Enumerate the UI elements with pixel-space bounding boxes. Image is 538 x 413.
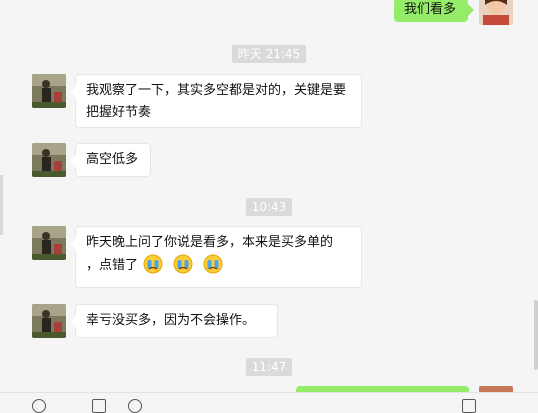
- contact-message-bubble[interactable]: 幸亏没买多，因为不会操作。: [70, 304, 278, 338]
- scrollbar[interactable]: [534, 300, 538, 370]
- contact-avatar[interactable]: [32, 226, 66, 260]
- crying-emoji-icon: [173, 254, 193, 274]
- screenshot-icon[interactable]: [128, 399, 142, 413]
- crying-emoji-icon: [203, 254, 223, 274]
- message-text: 昨天晚上问了你说是看多，本来是买多单的: [86, 235, 334, 250]
- message-text: 我们看多: [404, 2, 457, 17]
- input-toolbar: [0, 392, 538, 413]
- folder-icon[interactable]: [92, 399, 106, 413]
- timestamp: 昨天 21:45: [0, 43, 538, 63]
- contact-avatar[interactable]: [32, 304, 66, 338]
- contact-avatar[interactable]: [32, 143, 66, 177]
- message-text: 幸亏没买多，因为不会操作。: [86, 313, 256, 328]
- my-message-bubble[interactable]: 我们看多: [394, 0, 474, 22]
- history-icon[interactable]: [462, 399, 476, 413]
- emoji-icon[interactable]: [32, 399, 46, 413]
- contact-message-bubble[interactable]: 高空低多: [70, 143, 151, 177]
- message-text: ，点错了: [86, 258, 139, 273]
- chat-area[interactable]: 我们看多 昨天 21:45 我观察了一下，其实多空都是对的，关键是要把握好节奏 …: [0, 0, 538, 392]
- message-text: 我观察了一下，其实多空都是对的，关键是要把握好节奏: [86, 83, 347, 120]
- contact-message-bubble[interactable]: 昨天晚上问了你说是看多，本来是买多单的 ，点错了: [70, 226, 362, 288]
- timestamp: 11:47: [0, 356, 538, 376]
- crying-emoji-icon: [143, 254, 163, 274]
- contact-avatar[interactable]: [32, 74, 66, 108]
- message-text: 高空低多: [86, 152, 139, 167]
- message-line-2: ，点错了: [86, 254, 351, 277]
- timestamp: 10:43: [0, 196, 538, 216]
- my-avatar[interactable]: [479, 0, 513, 25]
- contact-message-bubble[interactable]: 我观察了一下，其实多空都是对的，关键是要把握好节奏: [70, 74, 362, 128]
